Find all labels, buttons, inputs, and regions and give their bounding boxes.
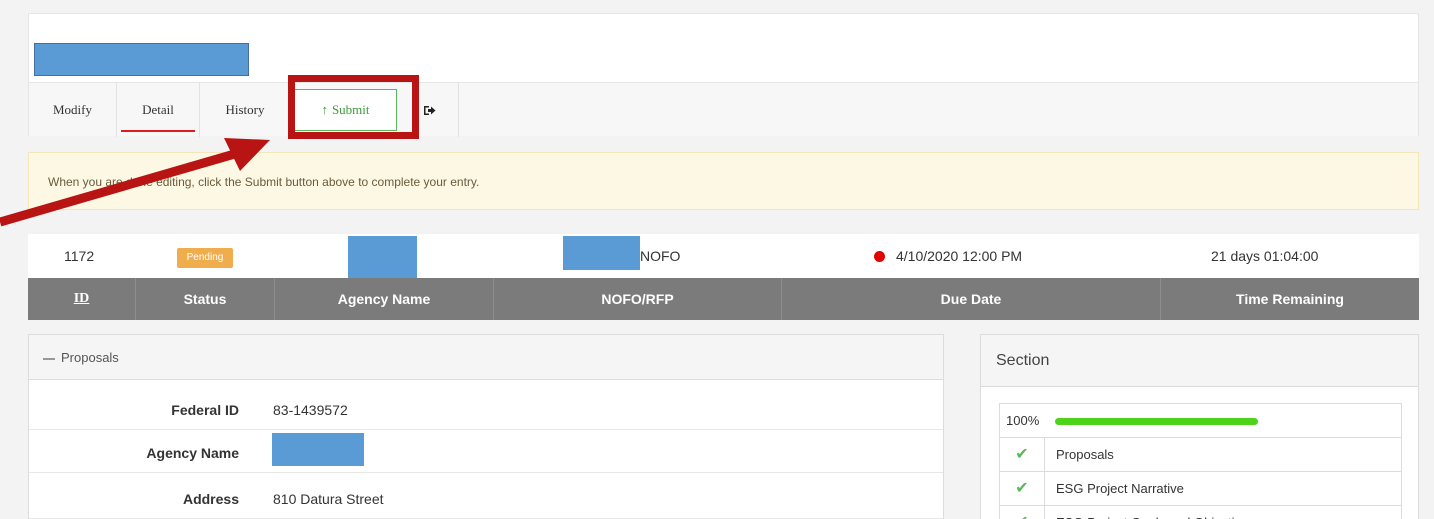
section-label: ESG Project Narrative — [1056, 481, 1184, 496]
proposals-panel-header[interactable]: Proposals — [29, 335, 943, 380]
action-tabbar: Modify Detail History ↑ Submit — [29, 82, 1418, 137]
header-id[interactable]: ID — [28, 278, 136, 320]
section-label: Proposals — [1056, 447, 1114, 462]
sign-out-icon — [423, 105, 435, 115]
section-label: ESG Project Goals and Objectives — [1056, 506, 1255, 519]
section-progress-table: 100% ✔ Proposals ✔ ESG Project Narrative… — [999, 403, 1402, 519]
redacted-agency-name-value — [272, 433, 364, 466]
info-alert: When you are done editing, click the Sub… — [28, 152, 1419, 210]
tab-history[interactable]: History — [200, 83, 290, 137]
check-icon: ✔ — [1000, 472, 1045, 506]
progress-percent: 100% — [1006, 413, 1040, 428]
header-nofo-rfp[interactable]: NOFO/RFP — [494, 278, 782, 320]
record-header-card: Modify Detail History ↑ Submit — [28, 13, 1419, 137]
annotation-highlight-box — [288, 75, 419, 139]
header-status[interactable]: Status — [136, 278, 275, 320]
tab-detail-label: Detail — [142, 102, 174, 117]
collapse-icon[interactable] — [43, 357, 55, 360]
field-row: Agency Name — [29, 433, 943, 473]
redacted-nofo-name — [563, 236, 640, 270]
check-icon: ✔ — [1000, 438, 1045, 472]
active-tab-indicator — [121, 130, 195, 132]
section-panel: Section 100% ✔ Proposals ✔ ESG Project N… — [980, 334, 1419, 519]
alert-text: When you are done editing, click the Sub… — [48, 175, 480, 189]
field-value: 83-1439572 — [273, 402, 348, 418]
due-date-value: 4/10/2020 12:00 PM — [896, 248, 1023, 264]
header-agency-name[interactable]: Agency Name — [275, 278, 494, 320]
progress-bar-fill — [1055, 418, 1258, 425]
status-badge: Pending — [177, 248, 233, 268]
tab-modify[interactable]: Modify — [29, 83, 117, 137]
proposals-panel-title: Proposals — [61, 350, 119, 365]
tab-detail[interactable]: Detail — [117, 83, 200, 137]
table-header-row: ID Status Agency Name NOFO/RFP Due Date … — [28, 278, 1419, 320]
header-time-remaining[interactable]: Time Remaining — [1161, 278, 1419, 320]
field-row: Address 810 Datura Street — [29, 479, 943, 519]
field-row: Federal ID 83-1439572 — [29, 390, 943, 430]
redacted-agency-name — [348, 236, 417, 278]
progress-row: 100% — [1000, 404, 1401, 438]
record-summary-table: 1172 Pending NOFO 4/10/2020 12:00 PM 21 … — [28, 234, 1419, 320]
list-item[interactable]: ✔ ESG Project Goals and Objectives — [1000, 506, 1401, 519]
progress-bar — [1055, 418, 1258, 425]
due-status-dot — [874, 251, 885, 262]
field-value: 810 Datura Street — [273, 491, 384, 507]
list-item[interactable]: ✔ Proposals — [1000, 438, 1401, 472]
field-label: Agency Name — [146, 445, 239, 461]
check-icon: ✔ — [1000, 506, 1045, 519]
nofo-suffix: NOFO — [640, 248, 681, 264]
field-label: Address — [182, 491, 239, 507]
field-label: Federal ID — [171, 402, 239, 418]
proposals-panel: Proposals Federal ID 83-1439572 Agency N… — [28, 334, 944, 519]
record-id: 1172 — [64, 248, 95, 264]
redacted-record-name — [34, 43, 249, 76]
header-due-date[interactable]: Due Date — [782, 278, 1161, 320]
time-remaining-value: 21 days 01:04:00 — [1211, 248, 1319, 264]
section-panel-title: Section — [981, 335, 1418, 387]
list-item[interactable]: ✔ ESG Project Narrative — [1000, 472, 1401, 506]
